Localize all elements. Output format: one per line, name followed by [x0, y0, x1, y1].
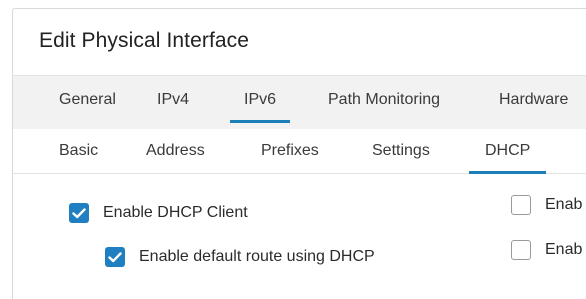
- subtab-basic[interactable]: Basic: [59, 129, 98, 173]
- subtab-settings[interactable]: Settings: [372, 129, 430, 173]
- enable-default-route-checkbox[interactable]: [105, 247, 125, 267]
- right-option-1-checkbox[interactable]: [511, 195, 531, 215]
- checkmark-icon: [72, 207, 86, 218]
- right-option-1: Enab: [511, 193, 582, 217]
- subtab-label: Prefixes: [261, 142, 319, 159]
- enable-default-route-label: Enable default route using DHCP: [139, 248, 375, 265]
- tab-path-monitoring[interactable]: Path Monitoring: [328, 76, 440, 129]
- main-tab-bar: General IPv4 IPv6 Path Monitoring Hardwa…: [13, 75, 586, 129]
- right-option-2: Enab: [511, 238, 582, 262]
- tab-label: Path Monitoring: [328, 91, 441, 108]
- right-option-2-checkbox[interactable]: [511, 240, 531, 260]
- dialog-title: Edit Physical Interface: [39, 29, 250, 52]
- subtab-prefixes[interactable]: Prefixes: [261, 129, 319, 173]
- tab-label: General: [59, 91, 116, 108]
- tab-general[interactable]: General: [59, 76, 116, 129]
- enable-dhcp-client-label: Enable DHCP Client: [103, 204, 248, 221]
- enable-dhcp-client-checkbox[interactable]: [69, 203, 89, 223]
- enable-dhcp-client-option: Enable DHCP Client: [69, 201, 248, 225]
- right-option-1-label: Enab: [545, 196, 583, 213]
- tab-label: IPv6: [244, 91, 277, 108]
- subtab-active-indicator: [469, 171, 547, 174]
- tab-label: Hardware: [499, 91, 569, 108]
- subtab-label: Basic: [59, 142, 99, 159]
- tab-active-indicator: [230, 120, 291, 123]
- enable-default-route-option: Enable default route using DHCP: [105, 245, 375, 269]
- tab-ipv6[interactable]: IPv6: [230, 76, 291, 129]
- subtab-label: Address: [146, 142, 205, 159]
- right-option-2-label: Enab: [545, 241, 583, 258]
- subtab-address[interactable]: Address: [146, 129, 205, 173]
- subtab-dhcp[interactable]: DHCP: [469, 129, 547, 174]
- subtab-label: DHCP: [485, 142, 531, 159]
- ipv6-subtab-bar: Basic Address Prefixes Settings DHCP: [13, 129, 586, 174]
- tab-ipv4[interactable]: IPv4: [157, 76, 189, 129]
- checkmark-icon: [108, 251, 122, 262]
- tab-hardware[interactable]: Hardware: [499, 76, 568, 129]
- subtab-label: Settings: [372, 142, 430, 159]
- edit-physical-interface-dialog: Edit Physical Interface General IPv4 IPv…: [12, 8, 586, 299]
- tab-label: IPv4: [157, 91, 190, 108]
